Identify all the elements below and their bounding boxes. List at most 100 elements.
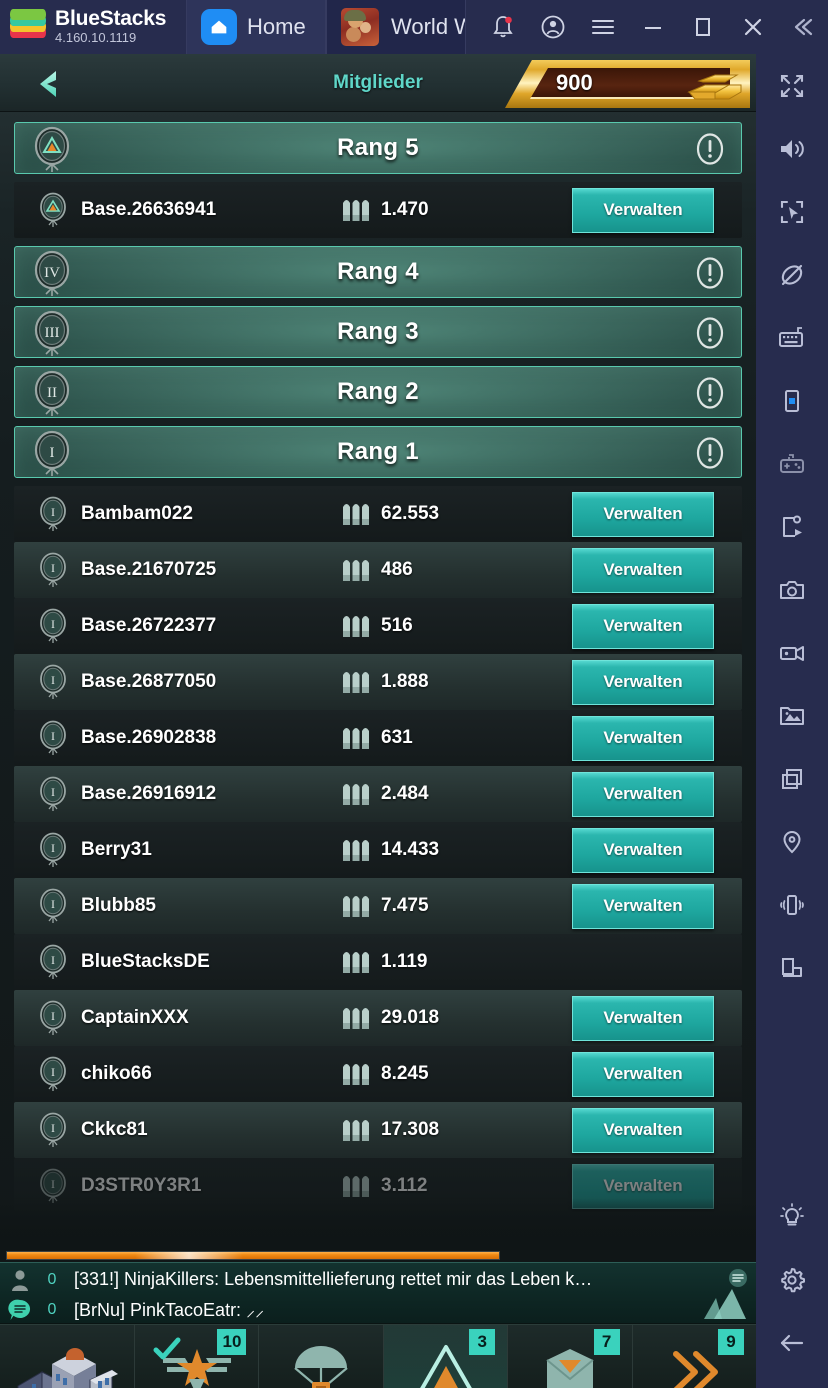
chat-line[interactable]: 0 [BrNu] PinkTacoEatr: ⸝⸝ <box>0 1294 756 1323</box>
manage-button[interactable]: Verwalten <box>572 827 714 873</box>
account-icon[interactable] <box>528 0 578 54</box>
gold-counter[interactable]: 900 <box>505 56 750 110</box>
table-row[interactable]: I Base.26916912 2.484 Verwalten <box>14 766 742 822</box>
info-exclamation-icon[interactable] <box>693 132 727 166</box>
manage-button[interactable]: Verwalten <box>572 715 714 761</box>
manage-button[interactable]: Verwalten <box>572 771 714 817</box>
rank-header-rang2[interactable]: II Rang 2 <box>14 366 742 418</box>
tab-home[interactable]: Home <box>186 0 326 54</box>
nav-allianz[interactable]: 3 ALLIANZ <box>383 1325 509 1388</box>
macro-play-icon[interactable] <box>756 495 828 558</box>
table-row[interactable]: I Base.26902838 631 Verwalten <box>14 710 742 766</box>
member-power-value: 17.308 <box>381 1119 440 1140</box>
info-exclamation-icon[interactable] <box>693 436 727 470</box>
nav-nachrichten[interactable]: 7 NACHR. <box>508 1325 633 1388</box>
info-exclamation-icon[interactable] <box>693 376 727 410</box>
chat-expand-icon[interactable] <box>694 1267 750 1321</box>
manage-button[interactable]: Verwalten <box>572 187 714 233</box>
ammo-icon <box>343 1120 369 1141</box>
manage-button[interactable]: Verwalten <box>572 1107 714 1153</box>
rank-label: Rang 3 <box>337 318 419 345</box>
ammo-icon <box>343 896 369 917</box>
manage-button[interactable]: Verwalten <box>572 883 714 929</box>
manage-button[interactable]: Verwalten <box>572 659 714 705</box>
table-row[interactable]: I Base.21670725 486 Verwalten <box>14 542 742 598</box>
badge-count: 9 <box>718 1329 745 1355</box>
back-arrow-icon[interactable] <box>756 1311 828 1374</box>
rotate-portrait-icon[interactable] <box>756 936 828 999</box>
table-row[interactable]: Base.26636941 1.470 Verwalten <box>14 182 742 238</box>
table-row[interactable]: I BlueStacksDE 1.119 <box>14 934 742 990</box>
table-row[interactable]: I Base.26877050 1.888 Verwalten <box>14 654 742 710</box>
member-power: 14.433 <box>340 835 439 865</box>
settings-gear-icon[interactable] <box>756 1248 828 1311</box>
chat-bar[interactable]: 0 [331!] NinjaKillers: Lebensmittelliefe… <box>0 1262 756 1324</box>
manage-button[interactable]: Verwalten <box>572 1163 714 1209</box>
nav-mehr[interactable]: 9 MEHR <box>633 1325 756 1388</box>
info-exclamation-icon[interactable] <box>693 256 727 290</box>
gamepad-icon[interactable] <box>756 432 828 495</box>
nav-city-base[interactable] <box>0 1325 135 1388</box>
table-row[interactable]: I Berry31 14.433 Verwalten <box>14 822 742 878</box>
table-row[interactable]: I Ckkc81 17.308 Verwalten <box>14 1102 742 1158</box>
notifications-bell-icon[interactable] <box>478 0 528 54</box>
member-name: Base.26877050 <box>81 671 217 692</box>
rank-header-rang1[interactable]: I Rang 1 <box>14 426 742 478</box>
manage-button[interactable]: Verwalten <box>572 1051 714 1097</box>
volume-icon[interactable] <box>756 117 828 180</box>
fullscreen-icon[interactable] <box>756 54 828 117</box>
ammo-icon <box>343 560 369 581</box>
eyedropper-disabled-icon[interactable] <box>756 243 828 306</box>
manage-button[interactable]: Verwalten <box>572 995 714 1041</box>
tab-game[interactable]: World W <box>326 0 466 54</box>
table-row[interactable]: Ichiko66 8.245 Verwalten <box>14 1046 742 1102</box>
nav-gegenstaende[interactable]: GEGENSTÄNDE <box>259 1325 384 1388</box>
svg-text:III: III <box>45 325 60 341</box>
manage-button[interactable]: Verwalten <box>572 491 714 537</box>
shake-device-icon[interactable] <box>756 873 828 936</box>
game-thumbnail-icon <box>341 8 379 46</box>
hamburger-menu-icon[interactable] <box>578 0 628 54</box>
chat-line[interactable]: 0 [331!] NinjaKillers: Lebensmittelliefe… <box>0 1264 756 1295</box>
tips-bulb-icon[interactable] <box>756 1185 828 1248</box>
multi-instance-icon[interactable] <box>756 747 828 810</box>
rank-header-rang5[interactable]: Rang 5 <box>14 122 742 174</box>
media-gallery-icon[interactable] <box>756 684 828 747</box>
manage-button[interactable]: Verwalten <box>572 547 714 593</box>
rank-badge-icon: I <box>29 430 75 478</box>
rank-label: Rang 5 <box>337 134 419 161</box>
rank-label: Rang 4 <box>337 258 419 285</box>
manage-button[interactable]: Verwalten <box>572 603 714 649</box>
nav-missionen[interactable]: 10 MISSIONEN <box>135 1325 260 1388</box>
member-power: 8.245 <box>340 1059 429 1089</box>
table-row[interactable]: I Blubb85 7.475 Verwalten <box>14 878 742 934</box>
member-name: CaptainXXX <box>81 1007 189 1028</box>
table-row[interactable]: I CaptainXXX 29.018 Verwalten <box>14 990 742 1046</box>
svg-text:I: I <box>51 1065 55 1079</box>
chat-message: [331!] NinjaKillers: Lebensmittellieferu… <box>74 1269 593 1289</box>
progress-gloss <box>134 1252 244 1259</box>
rank-header-rang3[interactable]: III Rang 3 <box>14 306 742 358</box>
members-list[interactable]: Rang 5 Base.26636941 1.470 Verwalten IV … <box>0 112 756 1250</box>
svg-text:I: I <box>51 897 55 911</box>
close-icon[interactable] <box>728 0 778 54</box>
rank-header-rang4[interactable]: IV Rang 4 <box>14 246 742 298</box>
badge-count: 10 <box>217 1329 247 1355</box>
table-row[interactable]: I Base.26722377 516 Verwalten <box>14 598 742 654</box>
rank1-member-rows: I Bambam022 62.553 Verwalten I Base.21670725 4… <box>14 486 742 1214</box>
location-pin-icon[interactable] <box>756 810 828 873</box>
table-row[interactable]: I D3STR0Y3R1 3.112 Verwalten <box>14 1158 742 1214</box>
record-video-icon[interactable] <box>756 621 828 684</box>
rotate-screen-icon[interactable] <box>756 369 828 432</box>
ammo-icon <box>343 672 369 693</box>
maximize-icon[interactable] <box>678 0 728 54</box>
member-power: 62.553 <box>340 499 439 529</box>
collapse-sidebar-icon[interactable] <box>778 0 828 54</box>
ammo-icon <box>343 728 369 749</box>
cursor-target-icon[interactable] <box>756 180 828 243</box>
screenshot-camera-icon[interactable] <box>756 558 828 621</box>
table-row[interactable]: I Bambam022 62.553 Verwalten <box>14 486 742 542</box>
keyboard-controls-icon[interactable] <box>756 306 828 369</box>
info-exclamation-icon[interactable] <box>693 316 727 350</box>
minimize-icon[interactable] <box>628 0 678 54</box>
